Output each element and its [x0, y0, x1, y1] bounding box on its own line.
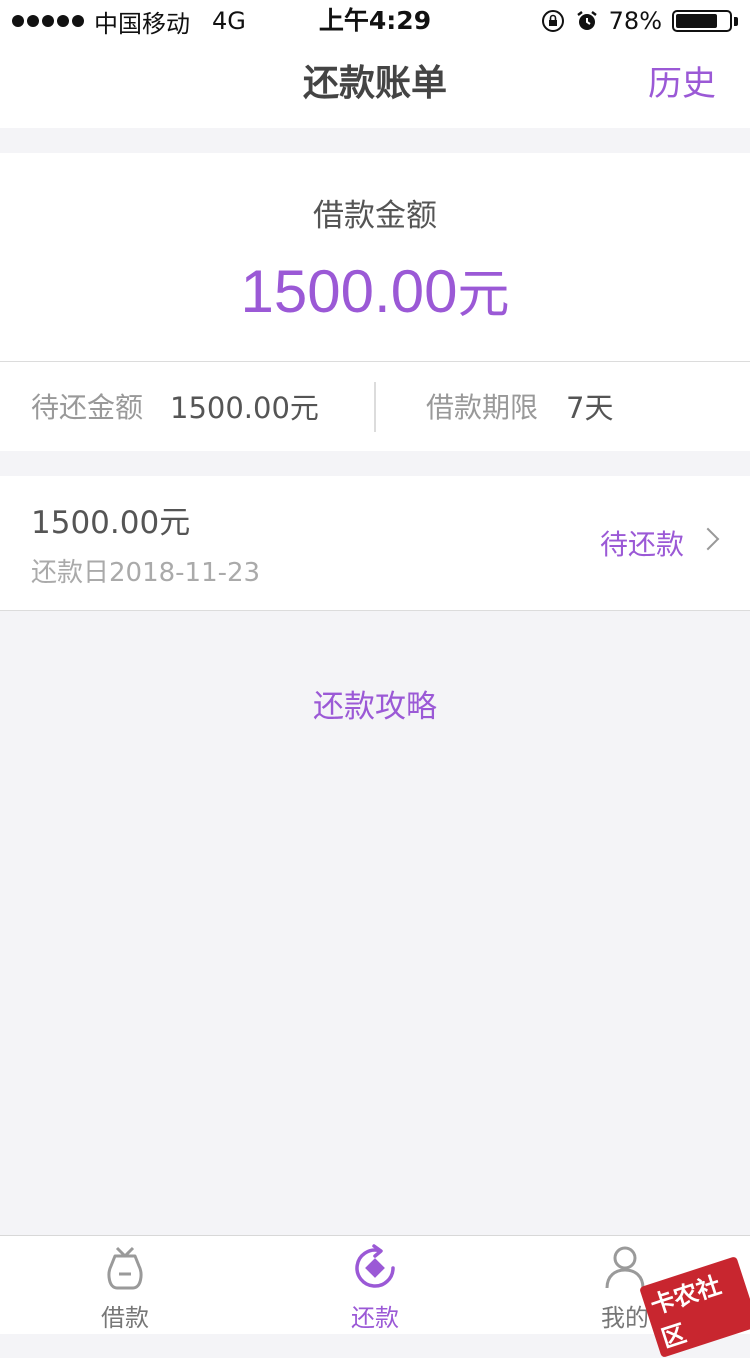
loan-term-value: 7天 [566, 391, 614, 425]
tab-repay-label: 还款 [351, 1304, 399, 1332]
loan-term-label: 借款期限 [426, 391, 539, 424]
battery-fill [676, 14, 717, 28]
card-divider [0, 361, 750, 362]
loan-amount-unit: 元 [457, 266, 510, 324]
page-title: 还款账单 [302, 63, 447, 104]
bag-icon [99, 1242, 151, 1294]
info-vertical-divider [374, 382, 376, 432]
pending-amount-label: 待还金额 [31, 391, 144, 424]
status-right: 78% [541, 6, 738, 36]
battery-tip [734, 16, 738, 26]
repayment-guide-link[interactable]: 还款攻略 [0, 686, 750, 728]
bill-status[interactable]: 待还款 [600, 526, 684, 564]
battery-percent: 78% [608, 7, 662, 35]
tab-mine-label: 我的 [601, 1304, 649, 1332]
tab-borrow[interactable]: 借款 [0, 1240, 250, 1334]
orientation-lock-icon [541, 10, 564, 32]
bill-due-date: 还款日2018-11-23 [31, 558, 261, 588]
alarm-icon [576, 11, 597, 30]
repay-icon [349, 1242, 401, 1294]
tab-borrow-label: 借款 [101, 1304, 149, 1332]
loan-amount-value: 1500.00元 [0, 252, 750, 327]
history-button[interactable]: 历史 [648, 40, 716, 128]
loan-amount-number: 1500.00 [240, 258, 458, 325]
pending-amount-value: 1500.00元 [170, 391, 319, 425]
tab-repay[interactable]: 还款 [250, 1240, 500, 1334]
bill-amount: 1500.00元 [31, 505, 191, 541]
battery-icon [672, 10, 732, 32]
loan-amount-label: 借款金额 [313, 198, 437, 234]
